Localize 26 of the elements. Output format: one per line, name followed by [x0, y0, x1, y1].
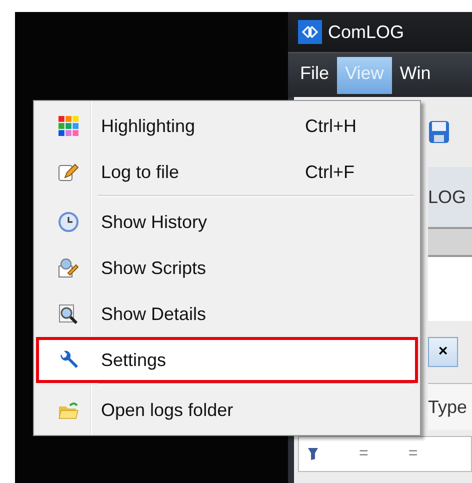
menu-item[interactable]: Show Details	[36, 291, 418, 337]
window-title: ComLOG	[328, 22, 404, 42]
menu-item[interactable]: File	[292, 56, 338, 94]
menu-item[interactable]: Show Scripts	[36, 245, 418, 291]
close-button[interactable]: ×	[428, 337, 458, 367]
color-grid-icon	[58, 116, 78, 136]
splitter-bar	[428, 227, 472, 257]
menu-item[interactable]: Show History	[36, 199, 418, 245]
menu-item[interactable]: Win	[392, 56, 439, 94]
menu-item[interactable]: Settings	[36, 337, 418, 383]
content-panel	[428, 257, 472, 321]
magnifier-pencil-icon	[58, 258, 78, 278]
filter-cell[interactable]: =	[359, 445, 368, 463]
magnifier-document-icon	[58, 304, 78, 324]
menu-item[interactable]: Log to file Ctrl+F	[36, 149, 418, 195]
save-icon[interactable]	[428, 120, 450, 144]
filter-icon[interactable]	[307, 447, 319, 461]
log-tab[interactable]: LOG	[428, 186, 466, 208]
wrench-icon	[58, 350, 78, 370]
clock-icon	[58, 212, 78, 232]
pencil-document-icon	[58, 162, 78, 182]
app-logo-icon	[298, 20, 322, 44]
menu-item[interactable]: Highlighting Ctrl+H	[36, 103, 418, 149]
folder-icon	[58, 400, 78, 420]
filter-cell[interactable]: =	[408, 445, 418, 463]
menu-item[interactable]: Open logs folder	[36, 387, 418, 433]
